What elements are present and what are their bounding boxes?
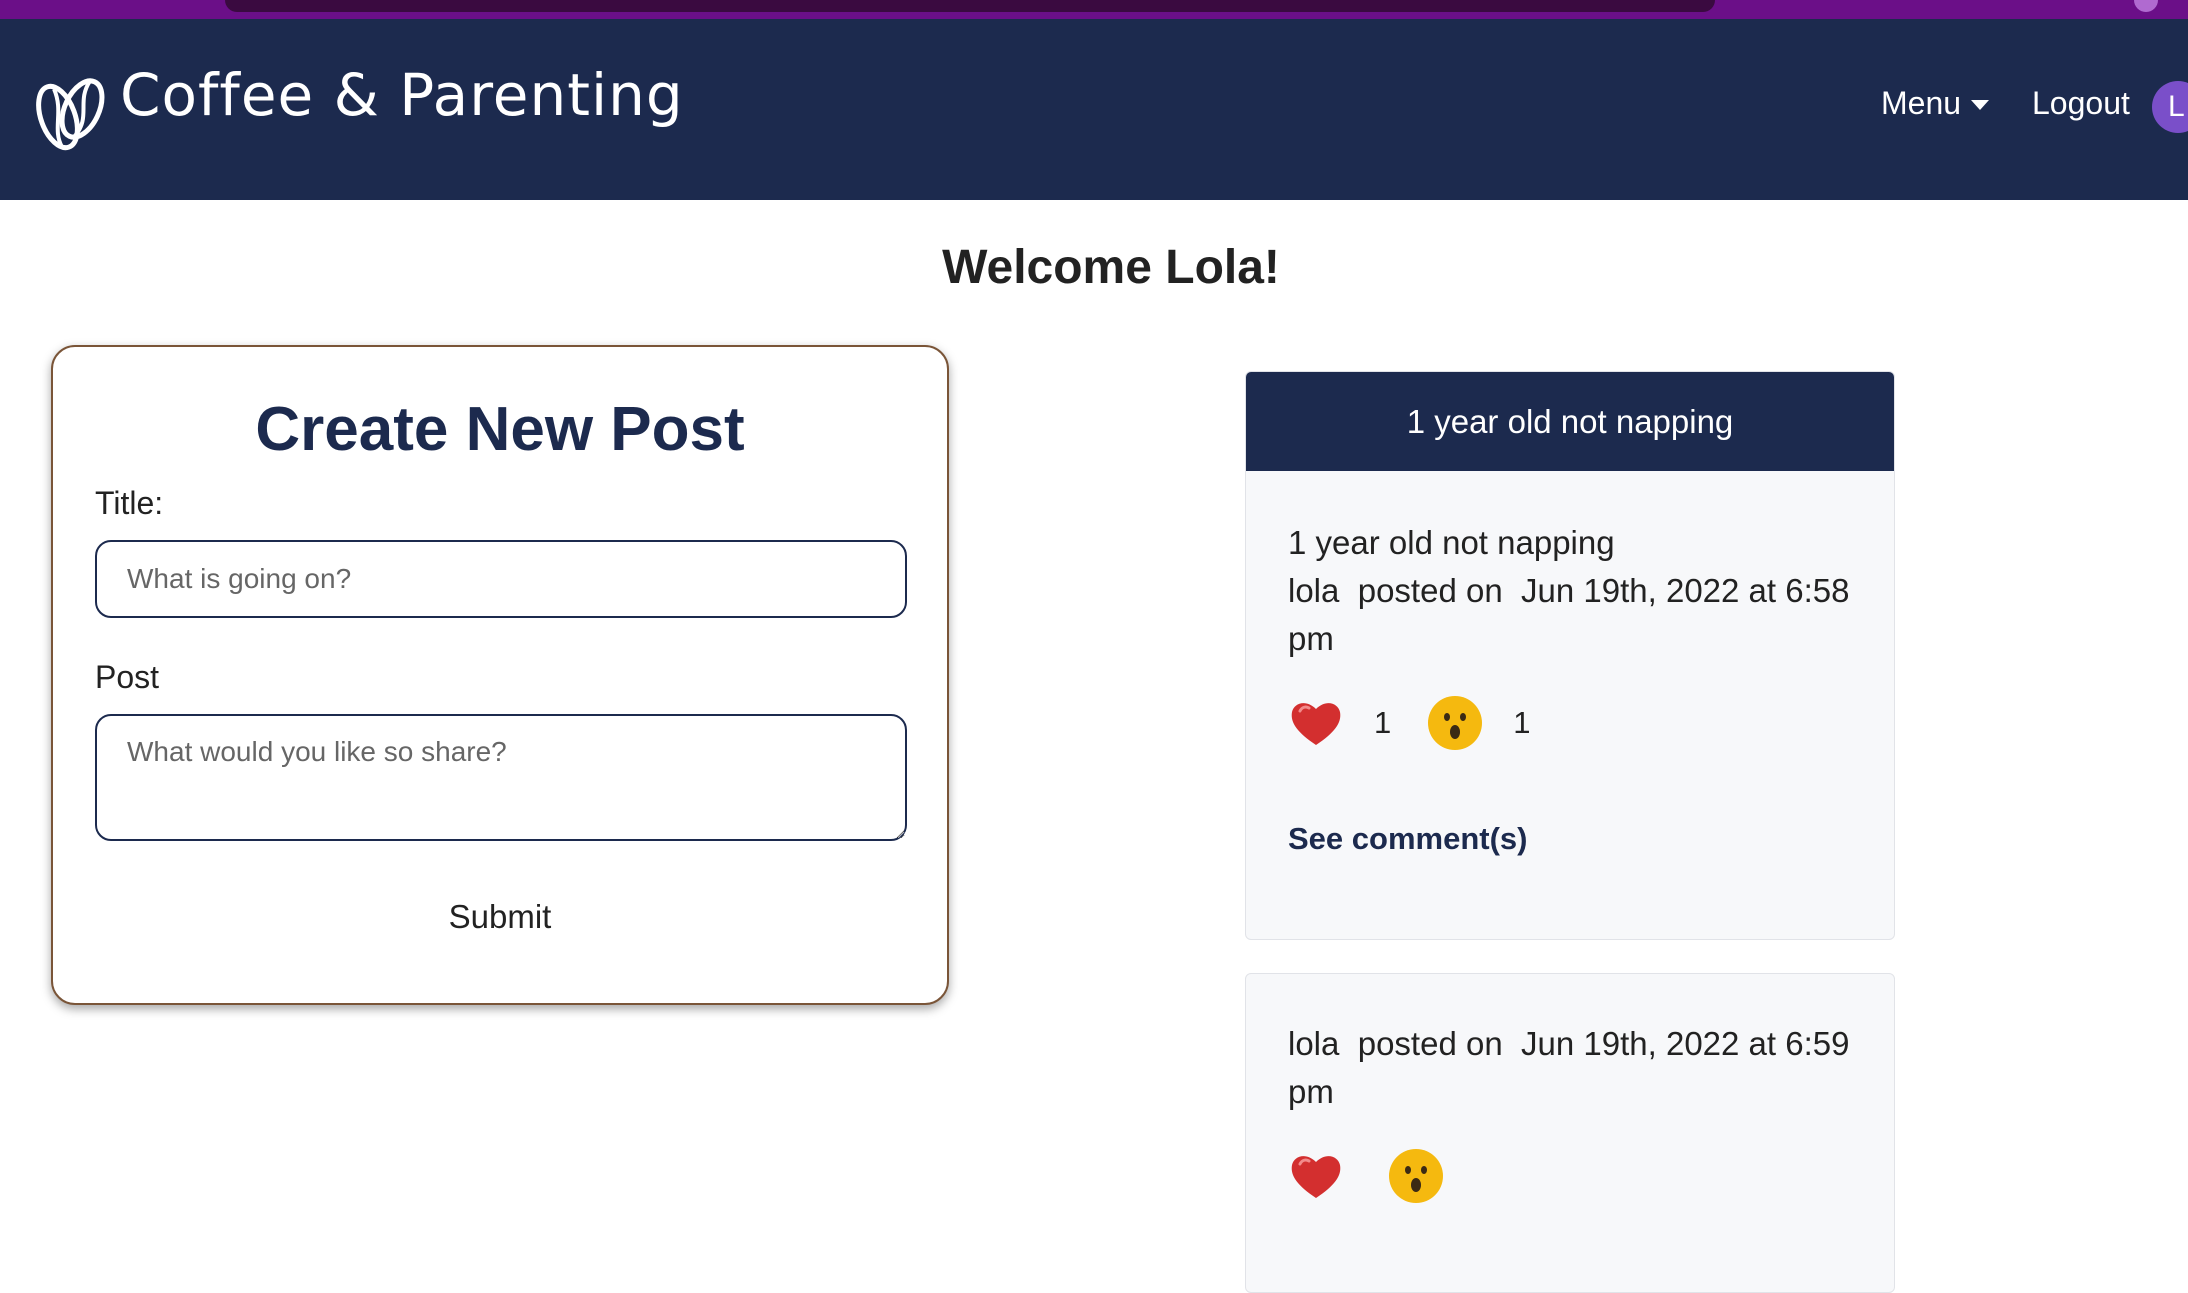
browser-top-strip xyxy=(0,0,2188,19)
logout-link[interactable]: Logout xyxy=(2032,85,2130,122)
surprised-face-icon[interactable] xyxy=(1427,695,1483,751)
heart-count: 1 xyxy=(1374,705,1392,740)
post-body: 1 year old not napping lola posted on Ju… xyxy=(1246,471,1894,857)
submit-button[interactable]: Submit xyxy=(53,897,947,937)
post-time-suffix: pm xyxy=(1288,620,1334,657)
post-body: lola posted on Jun 19th, 2022 at 6:59 pm xyxy=(1246,974,1894,1206)
posted-on-label: posted on xyxy=(1357,1025,1503,1062)
chevron-down-icon xyxy=(1971,99,1990,110)
create-post-heading: Create New Post xyxy=(255,395,745,464)
post-card: lola posted on Jun 19th, 2022 at 6:59 pm xyxy=(1245,973,1895,1293)
post-textarea[interactable] xyxy=(95,714,907,841)
post-date: Jun 19th, 2022 at 6:59 xyxy=(1521,1025,1850,1062)
welcome-heading: Welcome Lola! xyxy=(942,241,1280,294)
post-meta: lola posted on Jun 19th, 2022 at 6:59 pm xyxy=(1288,1020,1852,1116)
avatar[interactable]: L xyxy=(2152,81,2188,133)
heart-icon[interactable] xyxy=(1288,695,1344,751)
title-input[interactable] xyxy=(95,540,907,618)
heart-icon[interactable] xyxy=(1288,1148,1344,1204)
browser-tab-bar xyxy=(225,0,1715,12)
browser-profile-dot xyxy=(2134,0,2158,12)
post-header: 1 year old not napping xyxy=(1246,372,1894,471)
title-label: Title: xyxy=(95,485,164,521)
post-author: lola xyxy=(1288,572,1340,609)
reactions-bar xyxy=(1288,1146,1852,1206)
post-date: Jun 19th, 2022 at 6:58 xyxy=(1521,572,1850,609)
reactions-bar: 1 1 xyxy=(1288,693,1852,753)
menu-label: Menu xyxy=(1881,85,1962,121)
post-author: lola xyxy=(1288,1025,1340,1062)
coffee-bean-icon[interactable] xyxy=(34,67,106,157)
post-meta: lola posted on Jun 19th, 2022 at 6:58 pm xyxy=(1288,567,1852,663)
post-title: 1 year old not napping xyxy=(1288,524,1615,561)
see-comments-link[interactable]: See comment(s) xyxy=(1288,821,1527,857)
menu-dropdown[interactable]: Menu xyxy=(1881,85,1990,122)
brand-name[interactable]: Coffee & Parenting xyxy=(120,61,684,129)
surprised-face-icon[interactable] xyxy=(1388,1148,1444,1204)
post-label: Post xyxy=(95,659,160,695)
create-post-form: Create New Post Title: Post Submit xyxy=(51,345,949,1005)
navbar: Coffee & Parenting Menu Logout L xyxy=(0,19,2188,200)
post-card: 1 year old not napping 1 year old not na… xyxy=(1245,371,1895,940)
post-time-suffix: pm xyxy=(1288,1073,1334,1110)
posted-on-label: posted on xyxy=(1357,572,1503,609)
surprised-count: 1 xyxy=(1513,705,1531,740)
